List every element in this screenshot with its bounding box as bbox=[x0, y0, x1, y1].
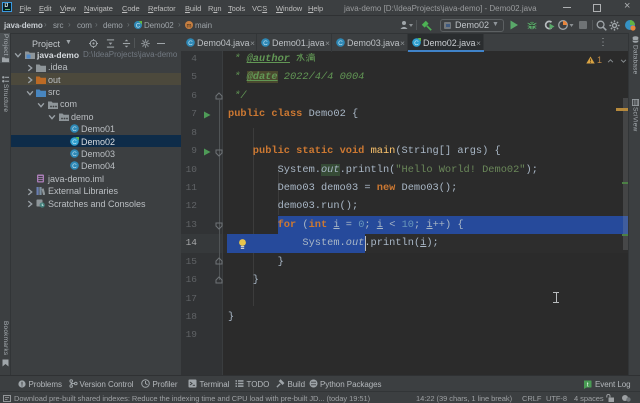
svg-text:C: C bbox=[414, 40, 419, 47]
svg-text:C: C bbox=[136, 23, 141, 29]
svg-text:C: C bbox=[72, 151, 77, 158]
svg-text:C: C bbox=[188, 40, 193, 47]
svg-text:C: C bbox=[72, 126, 77, 133]
svg-text:m: m bbox=[187, 23, 192, 29]
svg-text:C: C bbox=[72, 163, 77, 170]
svg-text:C: C bbox=[338, 40, 343, 47]
svg-text:C: C bbox=[263, 40, 268, 47]
svg-text:C: C bbox=[72, 139, 77, 146]
